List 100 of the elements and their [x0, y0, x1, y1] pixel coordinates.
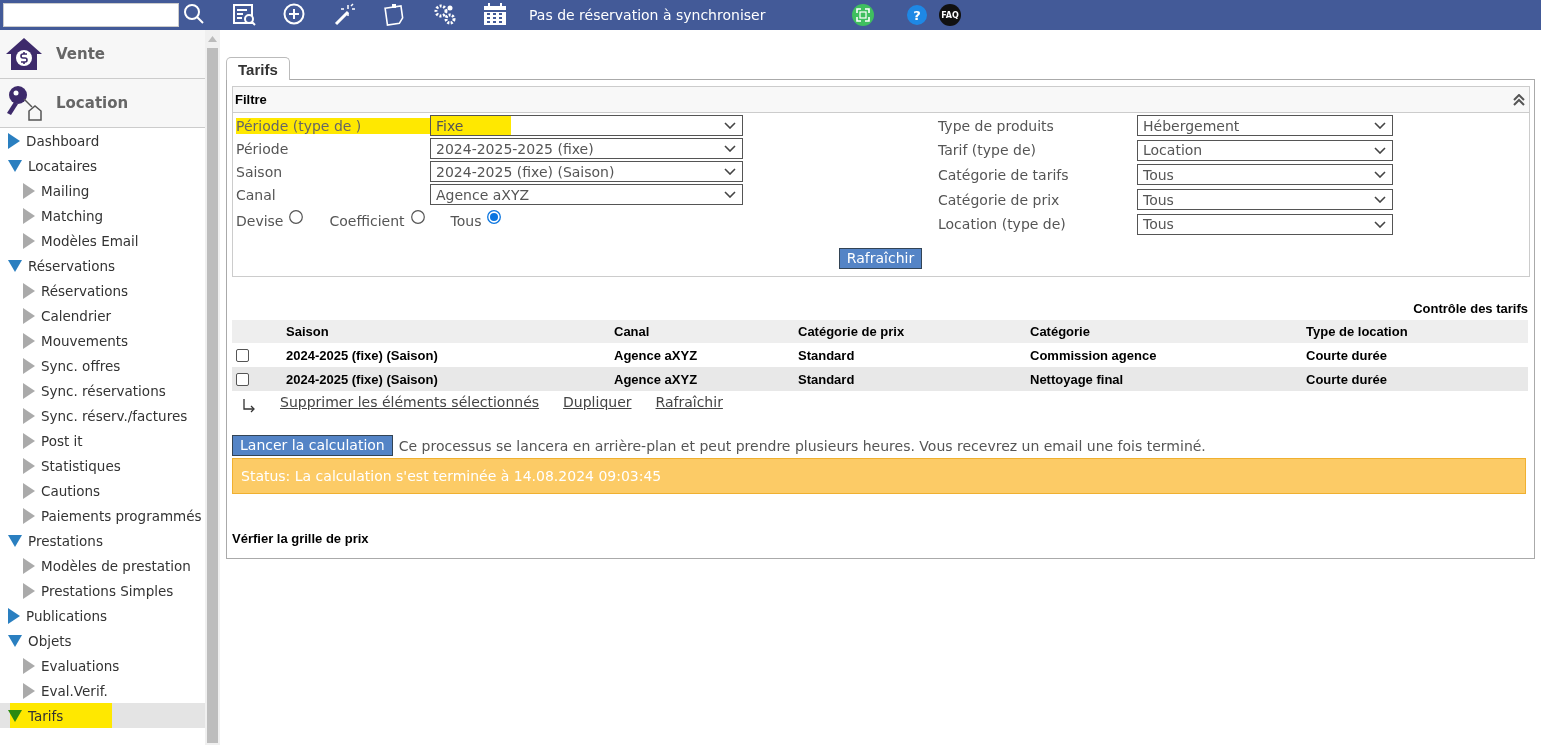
select-field[interactable]: Hébergement: [1137, 115, 1393, 137]
checkbox[interactable]: [236, 348, 249, 362]
chevron-down-icon: [1374, 220, 1386, 228]
search-field[interactable]: [3, 3, 179, 27]
module-header[interactable]: Location: [0, 79, 205, 128]
triangle-right-icon: [23, 507, 35, 524]
collapse-icon[interactable]: [1513, 93, 1525, 106]
menu-item[interactable]: Objets: [0, 628, 205, 653]
menu-item[interactable]: Eval.Verif.: [0, 678, 205, 703]
tab[interactable]: Tarifs: [226, 57, 290, 80]
menu-item[interactable]: Publications: [0, 603, 205, 628]
triangle-right-icon: [23, 382, 35, 399]
field-label: Période (type de ): [236, 117, 430, 134]
menu-item[interactable]: Mouvements: [0, 328, 205, 353]
menu-item[interactable]: Modèles Email: [0, 228, 205, 253]
table-cell-text: 2024-2025 (fixe) (Saison): [286, 371, 439, 387]
scrollbar[interactable]: [205, 30, 220, 745]
action-link[interactable]: Dupliquer: [563, 394, 632, 410]
table-cell-text: Courte durée: [1306, 347, 1388, 363]
return-arrow-icon: [242, 399, 256, 413]
select-field[interactable]: Agence aXYZ: [430, 184, 743, 205]
triangle-right-icon: [23, 232, 35, 249]
menu-item[interactable]: Calendrier: [0, 303, 205, 328]
filter-title: Filtre: [235, 92, 267, 107]
menu-item[interactable]: Statistiques: [0, 453, 205, 478]
magic-wand-icon[interactable]: [333, 3, 357, 27]
field-label: Période: [236, 140, 290, 157]
status-message: Status: La calculation s'est terminée à 14.08.2024 09:03:45: [232, 458, 1526, 494]
radio-option[interactable]: Devise: [236, 213, 304, 229]
module-label: Location: [56, 94, 129, 112]
triangle-right-icon: [23, 682, 35, 699]
field-label: Catégorie de prix: [938, 191, 1061, 208]
radio-checked-icon[interactable]: [487, 210, 502, 224]
triangle-right-icon: [23, 307, 35, 324]
table-cell-text: Courte durée: [1306, 371, 1388, 387]
radio-option[interactable]: Coefficient: [329, 213, 425, 229]
menu-item[interactable]: Modèles de prestation: [0, 553, 205, 578]
chevron-down-icon: [724, 168, 736, 175]
menu-item[interactable]: Mailing: [0, 178, 205, 203]
checkbox[interactable]: [236, 372, 249, 386]
chevron-down-icon: [1374, 196, 1386, 204]
select-field[interactable]: Location: [1137, 139, 1393, 161]
chevron-down-icon: [724, 145, 736, 152]
menu-item[interactable]: Tarifs: [0, 703, 205, 728]
field-label: Type de produits: [938, 117, 1055, 134]
menu-item[interactable]: Cautions: [0, 478, 205, 503]
module-header[interactable]: Vente: [0, 30, 205, 79]
start-calculation-button[interactable]: Lancer la calculation: [232, 435, 393, 456]
menu-item[interactable]: Prestations: [0, 528, 205, 553]
house-coin-icon: [4, 36, 44, 72]
chevron-down-icon: [1374, 146, 1386, 154]
faq-button[interactable]: FAQ: [939, 4, 961, 26]
menu-item[interactable]: Réservations: [0, 278, 205, 303]
triangle-right-icon: [23, 557, 35, 574]
action-link[interactable]: Supprimer les éléments sélectionnés: [280, 394, 540, 410]
column-header: Saison: [286, 324, 330, 339]
menu-item[interactable]: Sync. offres: [0, 353, 205, 378]
field-label: Catégorie de tarifs: [938, 167, 1070, 183]
calendar-icon[interactable]: [483, 3, 507, 27]
table-caption: Contrôle des tarifs: [1412, 301, 1528, 316]
chevron-down-icon: [724, 122, 736, 129]
select-field[interactable]: 2024-2025-2025 (fixe): [430, 138, 743, 159]
triangle-right-icon: [23, 432, 35, 449]
table-cell-text: 2024-2025 (fixe) (Saison): [286, 347, 439, 363]
table-cell-text: Standard: [798, 371, 856, 387]
menu-item[interactable]: Locataires: [0, 153, 205, 178]
list-search-icon[interactable]: [233, 3, 257, 27]
triangle-right-icon: [23, 582, 35, 599]
menu-item[interactable]: Sync. réservations: [0, 378, 205, 403]
menu-item[interactable]: Paiements programmés: [0, 503, 205, 528]
menu-item[interactable]: Réservations: [0, 253, 205, 278]
column-header: Catégorie de prix: [798, 324, 906, 339]
triangle-right-icon: [23, 657, 35, 674]
triangle-right-icon: [23, 357, 35, 374]
radio-option[interactable]: Tous: [450, 213, 502, 229]
menu-item[interactable]: Post it: [0, 428, 205, 453]
radio-icon[interactable]: [410, 210, 425, 224]
menu-item[interactable]: Dashboard: [0, 128, 205, 153]
select-field[interactable]: 2024-2025 (fixe) (Saison): [430, 161, 743, 182]
field-label: Canal: [236, 186, 277, 203]
menu-item[interactable]: Sync. réserv./factures: [0, 403, 205, 428]
triangle-right-icon: [23, 282, 35, 299]
menu-item[interactable]: Evaluations: [0, 653, 205, 678]
module-label: Vente: [56, 45, 105, 63]
chevron-down-icon: [724, 191, 736, 198]
add-icon[interactable]: [283, 3, 307, 27]
radio-icon[interactable]: [289, 210, 304, 224]
select-field[interactable]: Tous: [1137, 189, 1393, 211]
help-button[interactable]: ?: [907, 5, 927, 25]
triangle-right-icon: [23, 407, 35, 424]
menu-item[interactable]: Prestations Simples: [0, 578, 205, 603]
select-field[interactable]: Fixe: [430, 115, 743, 136]
refresh-button[interactable]: Rafraîchir: [838, 248, 923, 269]
menu-item[interactable]: Matching: [0, 203, 205, 228]
select-field[interactable]: Tous: [1137, 164, 1393, 186]
fullscreen-icon[interactable]: [851, 3, 875, 27]
gears-icon[interactable]: [433, 3, 457, 27]
select-field[interactable]: Tous: [1137, 213, 1393, 235]
action-link[interactable]: Rafraîchir: [655, 394, 723, 410]
table-cell-text: Agence aXYZ: [614, 347, 699, 363]
